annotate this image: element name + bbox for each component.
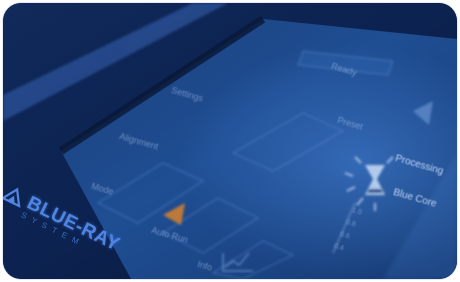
- photo-card: Settings Alignment Auto Run Preset Info …: [3, 3, 457, 279]
